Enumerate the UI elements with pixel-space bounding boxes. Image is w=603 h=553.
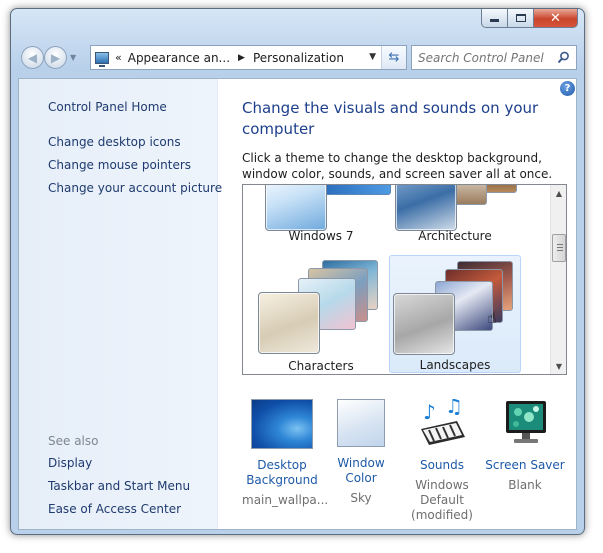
taskbar-start-menu-link[interactable]: Taskbar and Start Menu bbox=[48, 479, 190, 493]
scroll-thumb[interactable] bbox=[552, 234, 566, 262]
screen-saver-icon bbox=[494, 399, 556, 449]
breadcrumb-arrow-icon[interactable]: ▶ bbox=[238, 53, 245, 63]
page-title: Change the visuals and sounds on your co… bbox=[242, 99, 539, 138]
hand-cursor-icon: ☝ bbox=[487, 308, 497, 327]
main-content: ? Change the visuals and sounds on your … bbox=[219, 79, 576, 529]
theme-landscapes[interactable]: ☝ Landscapes bbox=[389, 255, 521, 373]
forward-arrow-icon: ▶ bbox=[50, 50, 61, 65]
svg-text:♪: ♪ bbox=[423, 400, 436, 424]
screen-saver-link[interactable]: Screen Saver bbox=[485, 458, 565, 473]
window-color-icon bbox=[337, 399, 385, 447]
magnifier-icon[interactable] bbox=[557, 51, 570, 64]
window-color-setting[interactable]: Window Color Sky bbox=[321, 399, 401, 506]
navigation-bar: ◀ ▶ ▼ « Appearance an... ▶ Personalizati… bbox=[19, 45, 577, 71]
ease-of-access-link[interactable]: Ease of Access Center bbox=[48, 502, 181, 516]
minimize-icon bbox=[490, 19, 499, 22]
sounds-setting[interactable]: ♪ ♫ Sounds Windows Default (modified) bbox=[402, 394, 482, 523]
personalization-window: ✕ ◀ ▶ ▼ « Appearance an... ▶ Personaliza… bbox=[10, 8, 585, 535]
client-area: Control Panel Home Change desktop icons … bbox=[18, 78, 577, 530]
scroll-up-icon[interactable]: ▲ bbox=[551, 185, 566, 201]
desktop-background-icon bbox=[251, 399, 313, 449]
maximize-button[interactable] bbox=[508, 9, 534, 28]
breadcrumb-personalization[interactable]: Personalization bbox=[253, 51, 344, 65]
theme-settings-row: Desktop Background main_wallpa... Window… bbox=[242, 394, 572, 529]
recent-pages-button[interactable]: ▼ bbox=[70, 53, 76, 62]
forward-button[interactable]: ▶ bbox=[44, 46, 67, 69]
control-panel-home-link[interactable]: Control Panel Home bbox=[48, 100, 167, 114]
maximize-icon bbox=[515, 14, 526, 22]
refresh-button[interactable]: ⇆ bbox=[381, 46, 406, 69]
screen-saver-value: Blank bbox=[508, 478, 542, 492]
desktop-background-setting[interactable]: Desktop Background main_wallpa... bbox=[242, 399, 329, 508]
scroll-down-icon[interactable]: ▼ bbox=[551, 358, 566, 374]
sounds-icon: ♪ ♫ bbox=[411, 394, 473, 449]
address-dropdown-icon[interactable]: ▼ bbox=[369, 52, 376, 62]
search-box bbox=[411, 45, 577, 70]
display-link[interactable]: Display bbox=[48, 456, 92, 470]
theme-label: Characters bbox=[288, 359, 354, 373]
control-panel-icon bbox=[95, 51, 109, 67]
screen-saver-icon-graphic bbox=[506, 401, 546, 443]
window-color-value: Sky bbox=[350, 491, 372, 505]
change-account-picture-link[interactable]: Change your account picture bbox=[48, 181, 222, 195]
theme-characters[interactable]: Characters bbox=[255, 255, 387, 373]
window-color-link[interactable]: Window Color bbox=[321, 456, 401, 486]
help-icon[interactable]: ? bbox=[560, 81, 575, 96]
desktop-background-link[interactable]: Desktop Background bbox=[242, 458, 322, 488]
sounds-link[interactable]: Sounds bbox=[402, 458, 482, 473]
svg-text:♫: ♫ bbox=[445, 399, 463, 418]
page-description: Click a theme to change the desktop back… bbox=[242, 151, 553, 181]
change-desktop-icons-link[interactable]: Change desktop icons bbox=[48, 135, 181, 149]
breadcrumb-overflow[interactable]: « bbox=[115, 51, 122, 64]
close-icon: ✕ bbox=[550, 10, 561, 26]
change-mouse-pointers-link[interactable]: Change mouse pointers bbox=[48, 158, 191, 172]
desktop-background-value: main_wallpa... bbox=[242, 493, 329, 507]
close-button[interactable]: ✕ bbox=[534, 9, 578, 28]
see-also-heading: See also bbox=[48, 434, 99, 448]
theme-architecture[interactable]: Architecture bbox=[389, 185, 521, 243]
refresh-icon: ⇆ bbox=[388, 50, 400, 65]
minimize-button[interactable] bbox=[481, 9, 508, 28]
sounds-value: Windows Default (modified) bbox=[411, 478, 473, 522]
screen-saver-setting[interactable]: Screen Saver Blank bbox=[485, 399, 565, 493]
search-input[interactable] bbox=[418, 50, 558, 65]
back-arrow-icon: ◀ bbox=[27, 50, 38, 65]
theme-list[interactable]: Windows 7 Architecture Characters ☝ Land… bbox=[242, 184, 567, 375]
back-button[interactable]: ◀ bbox=[21, 46, 44, 69]
breadcrumb-appearance[interactable]: Appearance an... bbox=[128, 51, 230, 65]
theme-windows-7[interactable]: Windows 7 bbox=[255, 185, 391, 243]
theme-label: Landscapes bbox=[419, 358, 491, 372]
theme-list-scrollbar[interactable]: ▲ ▼ bbox=[550, 185, 566, 374]
sounds-icon-graphic: ♪ ♫ bbox=[421, 394, 465, 445]
task-pane: Control Panel Home Change desktop icons … bbox=[19, 79, 222, 529]
address-bar[interactable]: « Appearance an... ▶ Personalization ▼ ⇆ bbox=[90, 45, 407, 70]
theme-label: Architecture bbox=[418, 229, 492, 243]
caption-buttons: ✕ bbox=[481, 9, 578, 28]
theme-label: Windows 7 bbox=[288, 229, 354, 243]
